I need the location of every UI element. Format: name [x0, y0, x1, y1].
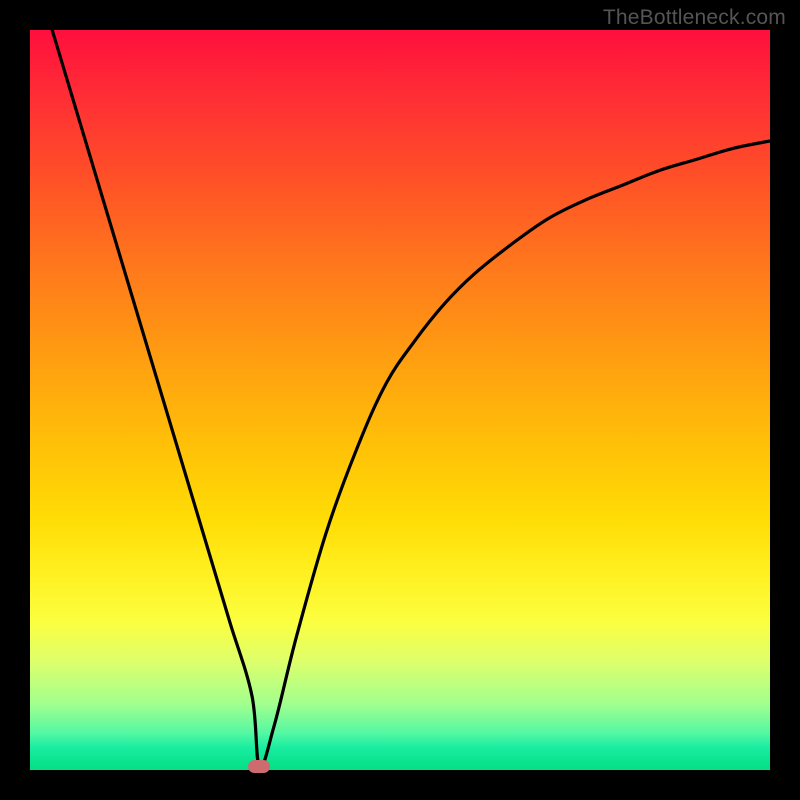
curve-line	[30, 30, 770, 770]
watermark-text: TheBottleneck.com	[603, 6, 786, 30]
chart-frame: TheBottleneck.com	[0, 0, 800, 800]
optimum-marker	[248, 760, 270, 773]
plot-area	[30, 30, 770, 770]
